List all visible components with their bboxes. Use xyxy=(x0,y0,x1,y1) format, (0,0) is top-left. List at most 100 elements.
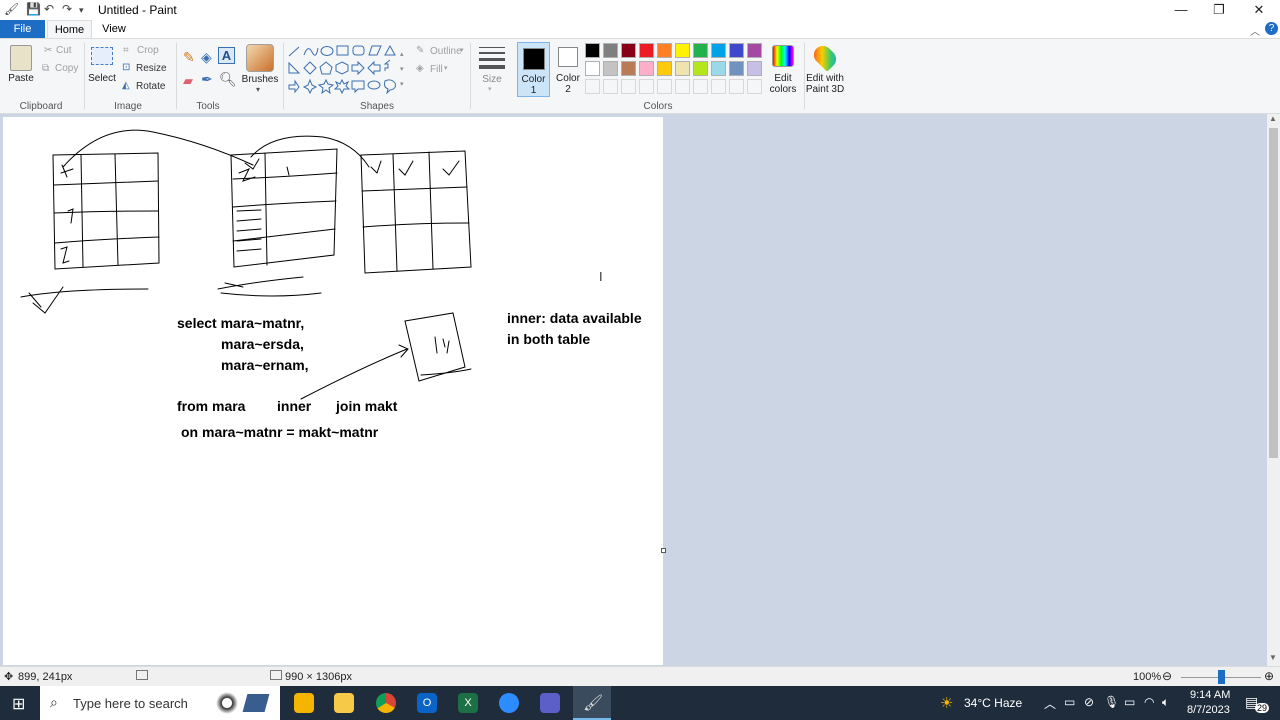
size-dropdown-icon[interactable]: ▾ xyxy=(488,85,492,93)
palette-custom-slot[interactable] xyxy=(621,79,636,94)
crop-button[interactable]: Crop xyxy=(137,45,159,56)
select-button[interactable]: Select xyxy=(86,73,118,84)
outline-dropdown-icon[interactable]: ▾ xyxy=(460,46,464,54)
cut-button[interactable]: Cut xyxy=(56,45,72,56)
palette-swatch[interactable] xyxy=(621,61,636,76)
tab-home[interactable]: Home xyxy=(47,20,92,38)
edit-colors-icon[interactable] xyxy=(772,45,794,67)
zoom-in-icon[interactable]: ⊕ xyxy=(1264,669,1274,683)
canvas-resize-handle[interactable] xyxy=(661,548,666,553)
resize-button[interactable]: Resize xyxy=(136,63,167,74)
drawing-canvas[interactable]: select mara~matnr, mara~ersda, mara~erna… xyxy=(3,117,663,665)
palette-swatch[interactable] xyxy=(603,61,618,76)
edit-colors-button[interactable]: Edit colors xyxy=(764,73,802,95)
close-button[interactable]: ✕ xyxy=(1240,0,1278,20)
search-highlight-icon[interactable] xyxy=(216,692,238,714)
palette-custom-slot[interactable] xyxy=(585,79,600,94)
palette-custom-slot[interactable] xyxy=(693,79,708,94)
taskbar-search-box[interactable]: ⌕ Type here to search xyxy=(40,686,280,720)
sticky-notes-icon[interactable] xyxy=(294,693,314,713)
clock-date[interactable]: 8/7/2023 xyxy=(1187,704,1230,716)
vertical-scrollbar[interactable]: ▲ ▼ xyxy=(1267,114,1280,666)
file-explorer-icon[interactable] xyxy=(334,693,354,713)
brushes-icon[interactable] xyxy=(246,44,274,72)
palette-swatch[interactable] xyxy=(711,61,726,76)
pencil-icon[interactable]: ✎ xyxy=(183,49,195,66)
teams-icon[interactable] xyxy=(540,693,560,713)
palette-swatch[interactable] xyxy=(729,43,744,58)
paste-button[interactable]: Paste xyxy=(4,73,38,84)
shapes-expand-icon[interactable]: ▾ xyxy=(400,80,404,88)
color2-swatch[interactable] xyxy=(558,47,578,67)
zoom-app-icon[interactable] xyxy=(499,693,519,713)
scrollbar-thumb[interactable] xyxy=(1269,128,1278,458)
palette-swatch[interactable] xyxy=(693,61,708,76)
undo-icon[interactable]: ↶ xyxy=(44,2,54,16)
save-icon[interactable]: 💾 xyxy=(26,2,41,16)
zoom-out-icon[interactable]: ⊖ xyxy=(1162,669,1172,683)
palette-swatch[interactable] xyxy=(639,61,654,76)
brushes-button[interactable]: Brushes xyxy=(240,74,280,85)
palette-custom-slot[interactable] xyxy=(729,79,744,94)
redo-icon[interactable]: ↷ xyxy=(62,2,72,16)
weather-icon[interactable]: ☀ xyxy=(940,694,953,712)
color-picker-icon[interactable]: ✒ xyxy=(201,71,213,88)
palette-swatch[interactable] xyxy=(639,43,654,58)
color2-button[interactable]: Color 2 xyxy=(554,73,582,95)
outlook-icon[interactable]: O xyxy=(417,693,437,713)
edit-with-paint3d-button[interactable]: Edit with Paint 3D xyxy=(804,73,846,95)
chrome-icon[interactable] xyxy=(376,693,396,713)
size-button[interactable]: Size xyxy=(478,74,506,85)
palette-swatch[interactable] xyxy=(747,43,762,58)
palette-swatch[interactable] xyxy=(585,61,600,76)
volume-icon[interactable]: 🔈︎ xyxy=(1162,695,1169,710)
palette-swatch[interactable] xyxy=(729,61,744,76)
meet-now-icon[interactable]: ▭ xyxy=(1064,695,1075,709)
palette-swatch[interactable] xyxy=(657,61,672,76)
palette-swatch[interactable] xyxy=(693,43,708,58)
size-lines-icon[interactable] xyxy=(479,47,505,69)
palette-swatch[interactable] xyxy=(603,43,618,58)
clock-time[interactable]: 9:14 AM xyxy=(1190,689,1230,701)
paint-taskbar-button[interactable]: 🖌 xyxy=(573,686,611,720)
palette-swatch[interactable] xyxy=(711,43,726,58)
palette-custom-slot[interactable] xyxy=(657,79,672,94)
show-hidden-icons-icon[interactable]: ︿ xyxy=(1044,695,1056,712)
paste-icon[interactable] xyxy=(10,45,32,71)
customize-quick-access-icon[interactable]: ▾ xyxy=(79,5,84,16)
tab-file[interactable]: File xyxy=(0,20,45,38)
zoom-slider-thumb[interactable] xyxy=(1218,670,1225,684)
fill-bucket-icon[interactable]: ◈ xyxy=(201,49,212,66)
scroll-up-icon[interactable]: ▲ xyxy=(1269,114,1277,123)
palette-custom-slot[interactable] xyxy=(711,79,726,94)
palette-custom-slot[interactable] xyxy=(747,79,762,94)
fill-button[interactable]: Fill xyxy=(430,64,443,75)
windows-start-icon[interactable]: ⊞ xyxy=(12,694,25,714)
color1-button[interactable]: Color 1 xyxy=(517,42,550,97)
scroll-down-icon[interactable]: ▼ xyxy=(1269,653,1277,662)
shapes-scroll-down-icon[interactable]: ▾ xyxy=(400,65,404,73)
palette-custom-slot[interactable] xyxy=(675,79,690,94)
fill-dropdown-icon[interactable]: ▾ xyxy=(444,64,448,72)
battery-icon[interactable]: ▭ xyxy=(1124,695,1135,709)
magnifier-icon[interactable]: 🔍︎ xyxy=(219,71,237,88)
copy-button[interactable]: Copy xyxy=(55,63,78,74)
rotate-button[interactable]: Rotate xyxy=(136,81,165,92)
palette-swatch[interactable] xyxy=(747,61,762,76)
palette-custom-slot[interactable] xyxy=(639,79,654,94)
restore-button[interactable]: ❐ xyxy=(1200,0,1238,20)
palette-swatch[interactable] xyxy=(675,43,690,58)
paint3d-icon[interactable] xyxy=(810,42,840,72)
wifi-icon[interactable]: ◠ xyxy=(1144,695,1154,709)
microphone-icon[interactable]: 🎙︎ xyxy=(1104,695,1119,709)
palette-swatch[interactable] xyxy=(621,43,636,58)
help-icon[interactable]: ? xyxy=(1265,22,1278,35)
outline-button[interactable]: Outline xyxy=(430,46,462,57)
text-tool-icon[interactable]: A xyxy=(218,47,235,64)
camera-off-icon[interactable]: ⊘ xyxy=(1084,695,1094,709)
palette-swatch[interactable] xyxy=(657,43,672,58)
palette-custom-slot[interactable] xyxy=(603,79,618,94)
palette-swatch[interactable] xyxy=(585,43,600,58)
shapes-gallery[interactable] xyxy=(286,44,408,94)
tab-view[interactable]: View xyxy=(96,20,132,38)
